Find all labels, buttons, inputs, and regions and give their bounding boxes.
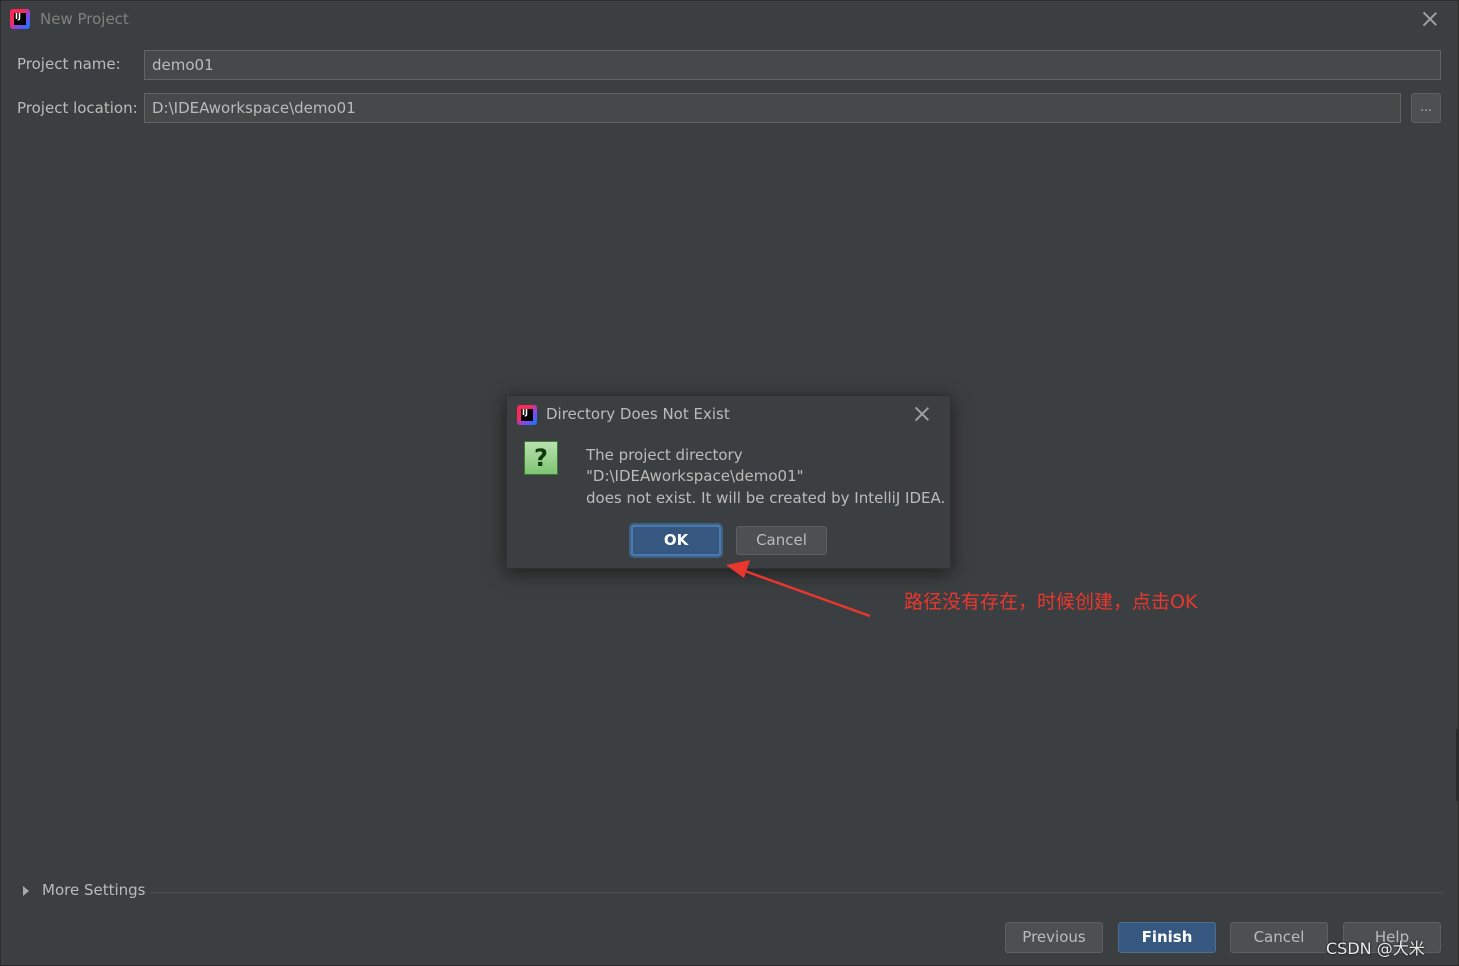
arrow-shaft [741, 568, 871, 618]
annotation-text: 路径没有存在，时候创建，点击OK [904, 591, 1198, 613]
watermark: CSDN @大米 [1326, 939, 1425, 958]
arrow-head-icon [726, 560, 750, 578]
annotation-arrow [726, 560, 871, 618]
